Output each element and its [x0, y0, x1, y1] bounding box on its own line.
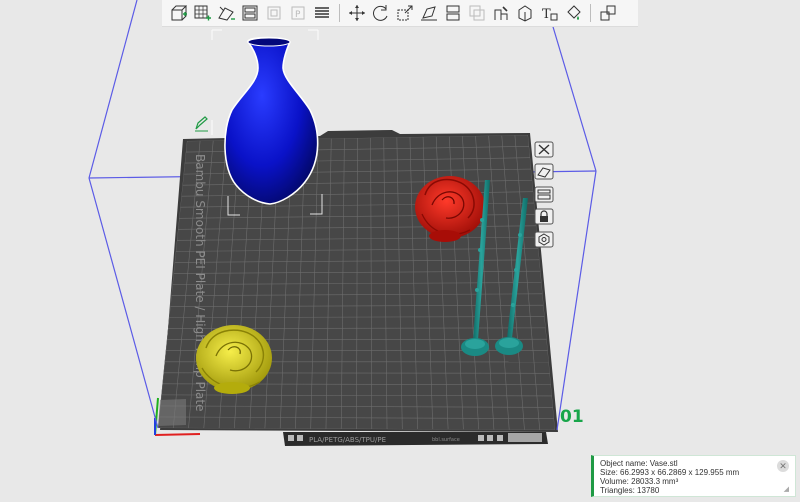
color-paint-icon[interactable] [562, 2, 584, 24]
build-plate[interactable]: PLA/PETG/ABS/TPU/PE bbl.surface Bambu Sm… [158, 130, 558, 446]
plate-arrange-icon[interactable] [533, 185, 555, 203]
object-name: Object name: Vase.stl [600, 459, 678, 468]
mesh-boolean-icon[interactable] [466, 2, 488, 24]
object-triangles: Triangles: 13780 [600, 486, 660, 495]
toolbar-separator [339, 4, 340, 22]
seam-paint-icon[interactable] [514, 2, 536, 24]
rotate-icon[interactable] [370, 2, 392, 24]
arrange-icon[interactable] [239, 2, 261, 24]
edit-plate-name-icon[interactable] [195, 116, 208, 132]
assembly-view-icon[interactable] [597, 2, 619, 24]
cut-icon[interactable] [442, 2, 464, 24]
object-info-panel: Object name: Vase.stl Size: 66.2993 x 66… [591, 455, 796, 497]
scale-icon[interactable] [394, 2, 416, 24]
object-volume: Volume: 28033.3 mm³ [600, 477, 679, 486]
resize-grip-icon[interactable]: ◢ [784, 485, 789, 494]
plate-lock-icon[interactable] [533, 208, 555, 226]
plate-number[interactable]: 01 [560, 407, 584, 427]
main-toolbar: PT [162, 0, 638, 27]
plate-filament-label: PLA/PETG/ABS/TPU/PE [309, 436, 386, 444]
lay-on-face-icon[interactable] [418, 2, 440, 24]
object-size: Size: 66.2993 x 66.2869 x 129.955 mm [600, 468, 740, 477]
support-paint-icon[interactable] [490, 2, 512, 24]
auto-orient-icon[interactable] [215, 2, 237, 24]
plate-orient-icon[interactable] [533, 163, 555, 181]
plate-delete-icon[interactable] [533, 140, 555, 158]
split-objects-icon[interactable] [263, 2, 285, 24]
split-parts-icon[interactable]: P [287, 2, 309, 24]
layers-icon[interactable] [311, 2, 333, 24]
plate-surface-tag: bbl.surface [432, 437, 460, 443]
add-plate-icon[interactable] [191, 2, 213, 24]
svg-text:P: P [295, 10, 301, 20]
3d-viewport[interactable]: PLA/PETG/ABS/TPU/PE bbl.surface Bambu Sm… [0, 0, 800, 502]
add-object-icon[interactable] [167, 2, 189, 24]
toolbar-separator [590, 4, 591, 22]
move-icon[interactable] [346, 2, 368, 24]
text-emboss-icon[interactable]: T [538, 2, 560, 24]
plate-toolbar [533, 140, 559, 253]
svg-text:T: T [542, 7, 551, 22]
close-icon[interactable]: ✕ [777, 460, 789, 472]
plate-settings-icon[interactable] [533, 230, 555, 248]
